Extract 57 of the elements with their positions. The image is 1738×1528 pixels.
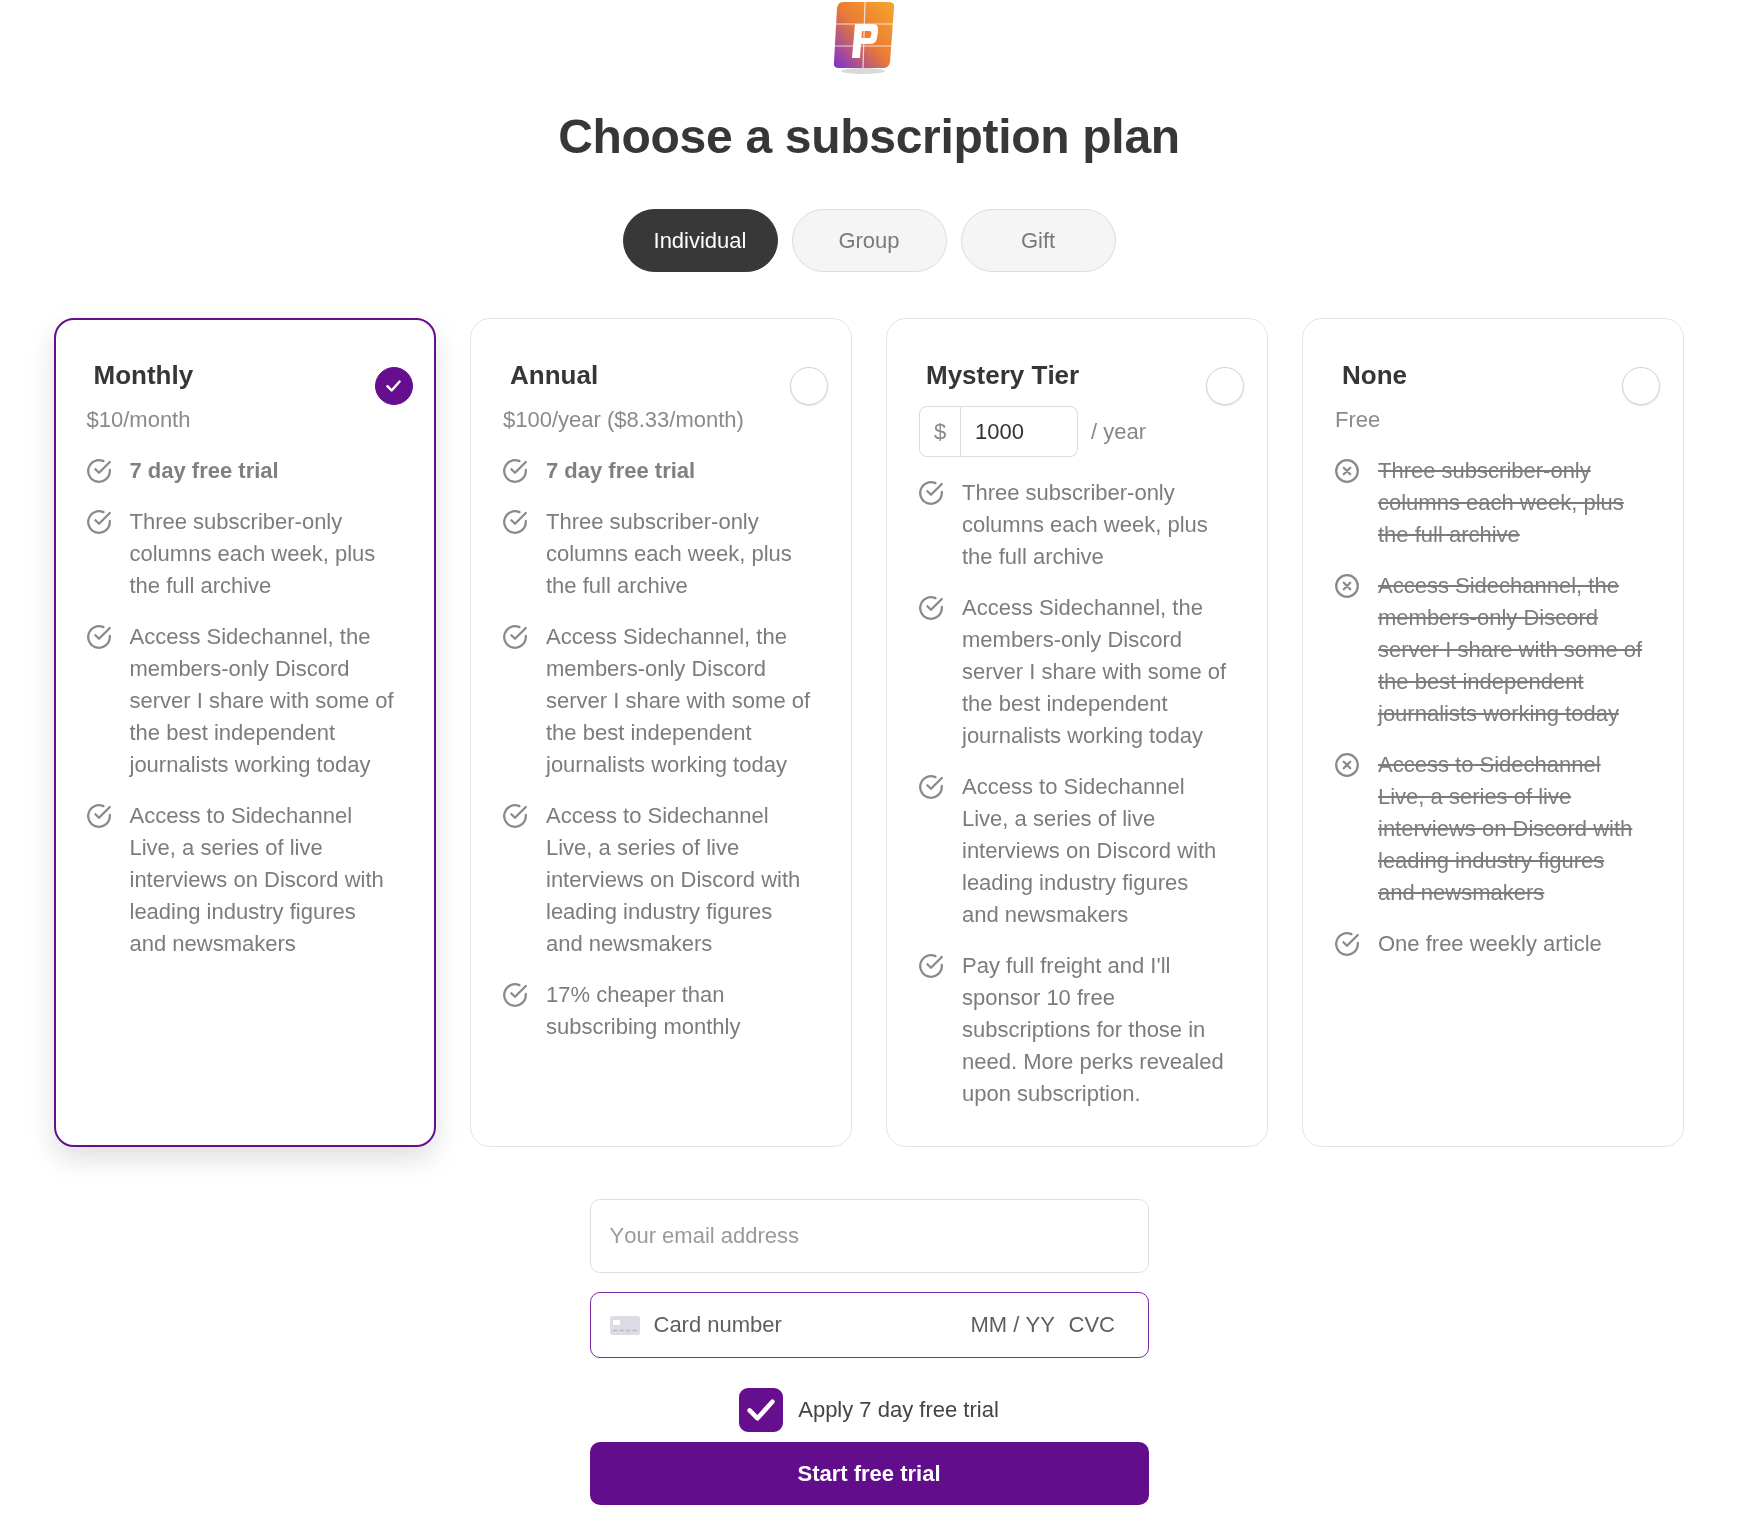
radio-button[interactable]: [374, 366, 413, 405]
check-circle-icon: [503, 510, 527, 534]
check-icon: [747, 1399, 776, 1421]
check-circle-icon: [919, 775, 943, 799]
plan-price: $10/month: [86, 405, 192, 434]
check-circle-icon: [503, 983, 527, 1007]
feature-text: Access Sidechannel, the members-only Discord server I share with some of the best independent journalists working today: [1378, 572, 1644, 728]
plan-name: Mystery Tier: [926, 359, 1080, 391]
feature-text: Access to Sidechannel Live, a series of live interviews on Discord with leading industry figures and newsmakers: [129, 801, 385, 958]
check-icon: [386, 379, 401, 392]
feature-text: Three subscriber-only columns each week, plus the full archive: [129, 507, 377, 600]
check-circle-icon: [919, 954, 943, 978]
check-circle-icon: [919, 481, 943, 505]
tab[interactable]: Group: [791, 209, 947, 272]
tab[interactable]: Gift: [960, 209, 1116, 272]
x-circle-icon: [1335, 459, 1359, 483]
page-title: Choose a subscription plan: [558, 109, 1180, 165]
plan-card[interactable]: [54, 318, 436, 1147]
feature-text: Access Sidechannel, the members-only Discord server I share with some of the best independent journalists working today: [546, 623, 812, 779]
credit-card-icon: [609, 1315, 640, 1335]
check-circle-icon: [86, 458, 111, 483]
email-field[interactable]: Your email address: [589, 1199, 1149, 1273]
check-circle-icon: [503, 625, 527, 649]
feature-text: Three subscriber-only columns each week, plus the full archive: [1378, 457, 1625, 549]
feature-text: Pay full freight and I'll sponsor 10 free subscriptions for those in need. More perks revealed upon subscription.: [962, 952, 1225, 1108]
price-input[interactable]: 1000: [961, 406, 1078, 457]
feature-text: 7 day free trial: [546, 457, 697, 485]
feature-text: Access to Sidechannel Live, a series of live interviews on Discord with leading industry figures and newsmakers: [1378, 751, 1634, 907]
check-circle-icon: [1335, 932, 1359, 956]
price-period: / year: [1091, 418, 1147, 445]
feature-text: 7 day free trial: [129, 456, 280, 485]
feature-text: One free weekly article: [1378, 930, 1603, 958]
x-circle-icon: [1335, 574, 1359, 598]
x-circle-icon: [1335, 753, 1359, 777]
check-circle-icon: [503, 804, 527, 828]
feature-text: Three subscriber-only columns each week, plus the full archive: [962, 479, 1209, 571]
card-details-field[interactable]: Card number MM / YY CVC: [589, 1292, 1149, 1358]
check-circle-icon: [503, 459, 527, 483]
feature-text: Access Sidechannel, the members-only Discord server I share with some of the best independent journalists working today: [962, 594, 1228, 750]
check-circle-icon: [86, 509, 111, 534]
checkbox[interactable]: [739, 1388, 784, 1432]
check-circle-icon: [86, 803, 111, 828]
feature-text: Access to Sidechannel Live, a series of live interviews on Discord with leading industry figures and newsmakers: [546, 802, 802, 958]
feature-text: Three subscriber-only columns each week, plus the full archive: [546, 508, 793, 600]
check-circle-icon: [86, 624, 111, 649]
plan-price: Free: [1335, 406, 1382, 434]
plan-name: Annual: [510, 359, 599, 391]
feature-text: Access to Sidechannel Live, a series of live interviews on Discord with leading industry figures and newsmakers: [962, 773, 1218, 929]
feature-text: Access Sidechannel, the members-only Discord server I share with some of the best independent journalists working today: [129, 622, 395, 779]
checkbox-label: Apply 7 day free trial: [798, 1397, 999, 1423]
start-trial-button[interactable]: Start free trial: [589, 1442, 1149, 1505]
plan-price: $100/year ($8.33/month): [503, 406, 745, 434]
plan-name: Monthly: [93, 358, 194, 391]
tab[interactable]: Individual: [622, 209, 778, 272]
plan-name: None: [1342, 359, 1407, 391]
check-circle-icon: [919, 596, 943, 620]
feature-text: 17% cheaper than subscribing monthly: [546, 981, 742, 1041]
